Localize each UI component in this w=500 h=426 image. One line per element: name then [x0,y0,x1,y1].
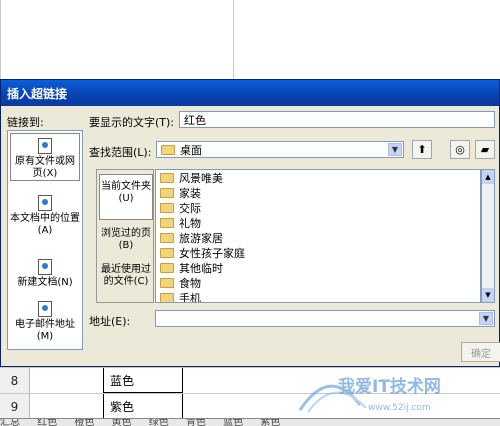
sheet-tab[interactable]: 汇总 [0,419,20,426]
look-in-label: 查找范围(L): [89,146,152,159]
insert-hyperlink-dialog: 插入超链接 链接到: 原有文件或网页(X) 本文档中的位置(A) 新建文档(N)… [0,79,500,367]
file-name: 礼物 [179,216,201,230]
recent-files-button[interactable]: 最近使用过的文件(C) [99,262,153,302]
file-name: 食物 [179,276,201,290]
sheet-tab[interactable]: 蓝色 [223,419,243,426]
list-item[interactable]: 女性孩子家庭 [156,245,480,260]
file-name: 旅游家居 [179,231,223,245]
web-page-icon [38,138,52,154]
up-folder-button[interactable]: ⬆ [412,140,432,159]
chevron-down-icon[interactable]: ▼ [479,312,493,325]
link-option-label: 原有文件或网页(X) [15,156,75,179]
up-folder-icon: ⬆ [417,143,427,156]
look-in-select[interactable]: 桌面 ▼ [156,141,404,158]
folder-icon [160,172,174,183]
browse-web-button[interactable]: ◎ [450,140,470,159]
cell-value[interactable]: 紫色 [103,394,183,419]
list-item[interactable]: 其他临时 [156,260,480,275]
link-email-button[interactable]: 电子邮件地址(M) [10,295,80,343]
address-input[interactable]: ▼ [155,310,495,327]
display-text-input[interactable]: 红色 [179,111,495,128]
list-item[interactable]: 风景唯美 [156,170,480,185]
globe-search-icon: ◎ [455,143,465,156]
scroll-down-icon[interactable]: ▼ [482,288,494,302]
look-in-value: 桌面 [180,143,202,157]
sheet-tabs: 汇总 红色 橙色 黄色 绿色 青色 蓝色 紫色 [0,418,500,426]
open-folder-icon: ▰ [480,143,490,156]
email-icon [38,301,52,317]
folder-icon [160,217,174,228]
link-option-label: 电子邮件地址(M) [15,319,75,342]
ok-button[interactable]: 确定 [461,342,500,362]
dialog-title: 插入超链接 [1,80,499,106]
file-list-scrollbar[interactable]: ▲ ▼ [481,169,495,303]
browsed-pages-button[interactable]: 浏览过的页(B) [99,222,153,260]
address-label: 地址(E): [89,315,131,328]
folder-icon [160,187,174,198]
folder-icon [160,277,174,288]
link-option-label: 新建文档(N) [17,277,73,288]
sheet-tab[interactable]: 青色 [186,419,206,426]
file-name: 其他临时 [179,261,223,275]
row-number: 9 [0,394,30,419]
sheet-tab[interactable]: 橙色 [74,419,94,426]
link-new-document-button[interactable]: 新建文档(N) [10,241,80,289]
link-option-label: 本文档中的位置(A) [10,213,80,236]
folder-icon [160,247,174,258]
link-existing-file-button[interactable]: 原有文件或网页(X) [10,133,80,181]
list-item[interactable]: 交际 [156,200,480,215]
file-name: 手机 [179,291,201,303]
list-item[interactable]: 食物 [156,275,480,290]
link-to-label: 链接到: [7,116,44,129]
file-name: 风景唯美 [179,171,223,185]
folder-icon [160,232,174,243]
link-place-in-document-button[interactable]: 本文档中的位置(A) [10,189,80,237]
sheet-tab[interactable]: 绿色 [149,419,169,426]
list-item[interactable]: 家装 [156,185,480,200]
browse-file-button[interactable]: ▰ [475,140,495,159]
document-place-icon [38,195,52,211]
list-item[interactable]: 礼物 [156,215,480,230]
row-number: 8 [0,368,30,393]
display-text-label: 要显示的文字(T): [89,116,175,129]
sheet-tab[interactable]: 黄色 [112,419,132,426]
folder-icon [160,292,174,302]
sheet-tab[interactable]: 紫色 [260,419,280,426]
look-in-panel: 当前文件夹(U) 浏览过的页(B) 最近使用过的文件(C) [96,169,154,303]
folder-icon [160,202,174,213]
file-name: 交际 [179,201,201,215]
file-name: 家装 [179,186,201,200]
sheet-tab[interactable]: 红色 [37,419,57,426]
folder-icon [161,144,175,155]
table-row: 8 蓝色 [0,367,500,393]
list-item[interactable]: 旅游家居 [156,230,480,245]
file-name: 女性孩子家庭 [179,246,245,260]
cell-value[interactable]: 蓝色 [103,368,183,393]
file-list: 风景唯美 家装 交际 礼物 旅游家居 女性孩子家庭 其他临时 食物 手机 [155,169,481,303]
scroll-up-icon[interactable]: ▲ [482,170,494,184]
folder-icon [160,262,174,273]
link-to-panel: 原有文件或网页(X) 本文档中的位置(A) 新建文档(N) 电子邮件地址(M) [7,130,83,350]
new-document-icon [38,259,52,275]
list-item[interactable]: 手机 [156,290,480,303]
current-folder-button[interactable]: 当前文件夹(U) [99,174,153,220]
table-row: 9 紫色 [0,393,500,419]
chevron-down-icon[interactable]: ▼ [388,143,402,156]
